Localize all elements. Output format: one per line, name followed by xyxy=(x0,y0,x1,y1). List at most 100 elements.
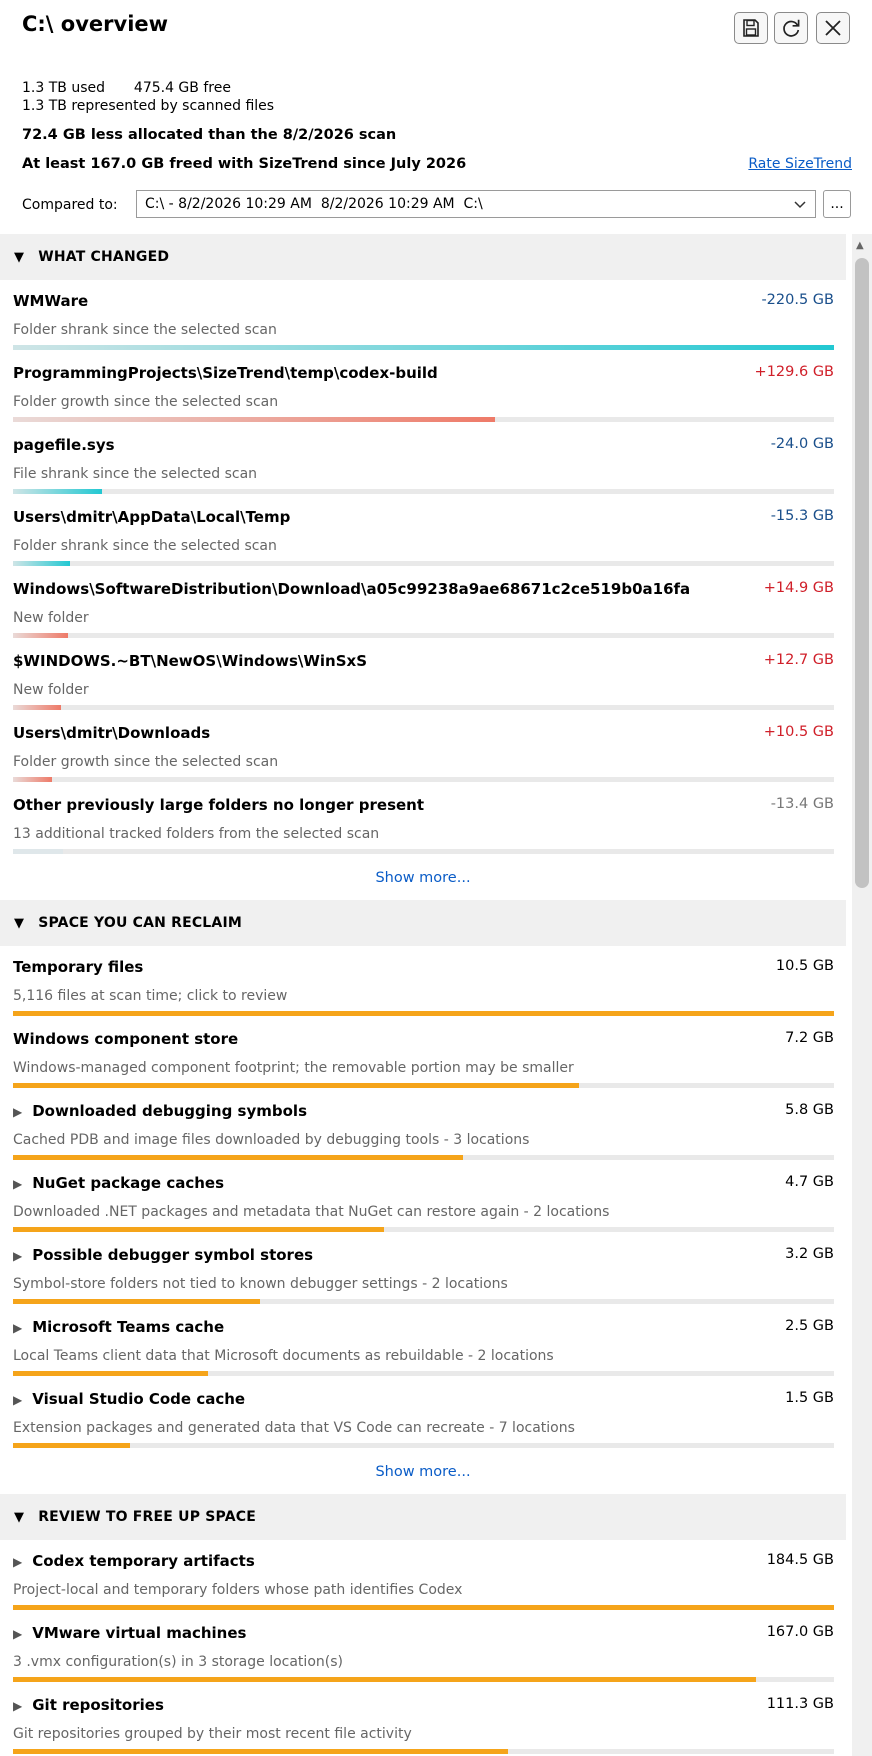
size-bar-fill xyxy=(13,705,61,710)
expand-triangle-icon[interactable]: ▶ xyxy=(13,1105,22,1119)
compared-scan-dropdown[interactable]: C:\ - 8/2/2026 10:29 AM 8/2/2026 10:29 A… xyxy=(136,190,816,218)
item-size: -24.0 GB xyxy=(770,436,834,452)
size-bar-fill xyxy=(13,1371,208,1376)
item-name: ▶ Git repositories xyxy=(13,1696,164,1714)
item-name-text: Downloaded debugging symbols xyxy=(32,1102,307,1120)
list-item[interactable]: $WINDOWS.~BT\NewOS\Windows\WinSxS +12.7 G… xyxy=(0,640,846,712)
item-size: +129.6 GB xyxy=(754,364,834,380)
section-header[interactable]: ▼ REVIEW TO FREE UP SPACE xyxy=(0,1494,846,1540)
section-header[interactable]: ▼ SPACE YOU CAN RECLAIM xyxy=(0,900,846,946)
size-bar-track xyxy=(13,417,834,422)
chevron-down-icon xyxy=(794,201,806,209)
rate-sizetrend-link[interactable]: Rate SizeTrend xyxy=(748,156,852,172)
item-size: 10.5 GB xyxy=(775,958,834,974)
show-more-link[interactable]: Show more... xyxy=(0,1450,846,1494)
close-button[interactable] xyxy=(816,12,850,44)
list-item[interactable]: Other previously large folders no longer… xyxy=(0,784,846,856)
item-size: 167.0 GB xyxy=(766,1624,834,1640)
item-name-text: NuGet package caches xyxy=(32,1174,225,1192)
list-item[interactable]: Users\dmitr\AppData\Local\Temp -15.3 GB Fo… xyxy=(0,496,846,568)
refresh-icon xyxy=(783,19,800,37)
expand-triangle-icon[interactable]: ▶ xyxy=(13,1177,22,1191)
item-size: 1.5 GB xyxy=(785,1390,834,1406)
item-description: File shrank since the selected scan xyxy=(13,466,258,482)
item-name-text: Possible debugger symbol stores xyxy=(32,1246,314,1264)
expand-triangle-icon[interactable]: ▶ xyxy=(13,1699,22,1713)
item-name: ProgrammingProjects\SizeTrend\temp\codex… xyxy=(13,364,438,382)
show-more-link[interactable]: Show more... xyxy=(0,856,846,900)
item-description: Downloaded .NET packages and metadata th… xyxy=(13,1204,610,1220)
list-item[interactable]: ▶ Possible debugger symbol stores 3.2 GB Sy… xyxy=(0,1234,846,1306)
collapse-triangle-icon: ▼ xyxy=(14,249,25,265)
size-bar-track xyxy=(13,1371,834,1376)
save-button[interactable] xyxy=(734,12,768,44)
size-bar-track xyxy=(13,1227,834,1232)
item-name-text: pagefile.sys xyxy=(13,436,115,454)
scroll-up-arrow-icon[interactable]: ▲ xyxy=(856,240,864,251)
size-bar-fill xyxy=(13,1605,834,1610)
item-description: 3 .vmx configuration(s) in 3 storage loc… xyxy=(13,1654,343,1670)
item-description: Folder growth since the selected scan xyxy=(13,754,279,770)
item-size: 111.3 GB xyxy=(766,1696,834,1712)
list-item[interactable]: ▶ NuGet package caches 4.7 GB Downloaded .N… xyxy=(0,1162,846,1234)
item-size: -15.3 GB xyxy=(770,508,834,524)
list-item[interactable]: pagefile.sys -24.0 GB File shrank since th… xyxy=(0,424,846,496)
page-title: C:\ overview xyxy=(22,12,169,36)
item-name-text: Temporary files xyxy=(13,958,144,976)
list-item[interactable]: Users\dmitr\Downloads +10.5 GB Folder grow… xyxy=(0,712,846,784)
item-name-text: Users\dmitr\Downloads xyxy=(13,724,211,742)
list-item[interactable]: ▶ Visual Studio Code cache 1.5 GB Extension… xyxy=(0,1378,846,1450)
item-name: Users\dmitr\AppData\Local\Temp xyxy=(13,508,290,526)
size-bar-fill xyxy=(13,777,53,782)
item-name: Windows\SoftwareDistribution\Download\a0… xyxy=(13,580,690,598)
item-description: 13 additional tracked folders from the s… xyxy=(13,826,380,842)
scrollbar-thumb[interactable] xyxy=(855,258,869,888)
expand-triangle-icon[interactable]: ▶ xyxy=(13,1321,22,1335)
list-item[interactable]: Temporary files 10.5 GB 5,116 files at sca… xyxy=(0,946,846,1018)
list-item[interactable]: ▶ Downloaded debugging symbols 5.8 GB Cache… xyxy=(0,1090,846,1162)
item-name: ▶ Visual Studio Code cache xyxy=(13,1390,245,1408)
section-review-to-free-up-space: ▼ REVIEW TO FREE UP SPACE ▶ Codex temporary… xyxy=(0,1494,846,1756)
size-bar-fill xyxy=(13,1227,385,1232)
item-name: Windows component store xyxy=(13,1030,238,1048)
list-item[interactable]: ProgrammingProjects\SizeTrend\temp\codex… xyxy=(0,352,846,424)
list-item[interactable]: ▶ Codex temporary artifacts 184.5 GB Projec… xyxy=(0,1540,846,1612)
size-bar-track xyxy=(13,345,834,350)
item-name: Temporary files xyxy=(13,958,143,976)
item-description: 5,116 files at scan time; click to revie… xyxy=(13,988,288,1004)
item-description: New folder xyxy=(13,610,89,626)
list-item[interactable]: ▶ Git repositories 111.3 GB Git repositorie… xyxy=(0,1684,846,1756)
size-bar-track xyxy=(13,1677,834,1682)
size-bar-track xyxy=(13,1083,834,1088)
list-item[interactable]: ▶ Microsoft Teams cache 2.5 GB Local Teams … xyxy=(0,1306,846,1378)
item-description: Local Teams client data that Microsoft d… xyxy=(13,1348,554,1364)
item-name-text: Other previously large folders no longer… xyxy=(13,796,425,814)
size-bar-track xyxy=(13,561,834,566)
vertical-scrollbar[interactable]: ▲ xyxy=(852,234,872,1756)
size-bar-track xyxy=(13,633,834,638)
item-size: 3.2 GB xyxy=(785,1246,834,1262)
size-bar-track xyxy=(13,1749,834,1754)
list-item[interactable]: Windows\SoftwareDistribution\Download\a0… xyxy=(0,568,846,640)
section-header[interactable]: ▼ WHAT CHANGED xyxy=(0,234,846,280)
expand-triangle-icon[interactable]: ▶ xyxy=(13,1249,22,1263)
close-icon xyxy=(825,20,841,36)
item-description: Extension packages and generated data th… xyxy=(13,1420,575,1436)
refresh-button[interactable] xyxy=(774,12,808,44)
usage-line: 1.3 TB used 475.4 GB free xyxy=(22,80,231,96)
section-title: REVIEW TO FREE UP SPACE xyxy=(38,1509,256,1525)
item-name-text: WMWare xyxy=(13,292,89,310)
browse-scans-button[interactable]: ... xyxy=(823,190,851,218)
expand-triangle-icon[interactable]: ▶ xyxy=(13,1393,22,1407)
list-item[interactable]: Windows component store 7.2 GB Windows-man… xyxy=(0,1018,846,1090)
expand-triangle-icon[interactable]: ▶ xyxy=(13,1627,22,1641)
free-text: 475.4 GB free xyxy=(133,80,231,96)
expand-triangle-icon[interactable]: ▶ xyxy=(13,1555,22,1569)
item-description: New folder xyxy=(13,682,89,698)
item-name: ▶ Downloaded debugging symbols xyxy=(13,1102,307,1120)
item-name: WMWare xyxy=(13,292,88,310)
list-item[interactable]: ▶ VMware virtual machines 167.0 GB 3 .vmx c… xyxy=(0,1612,846,1684)
item-name: Users\dmitr\Downloads xyxy=(13,724,210,742)
list-item[interactable]: WMWare -220.5 GB Folder shrank since the s… xyxy=(0,280,846,352)
size-bar-fill xyxy=(13,1083,580,1088)
